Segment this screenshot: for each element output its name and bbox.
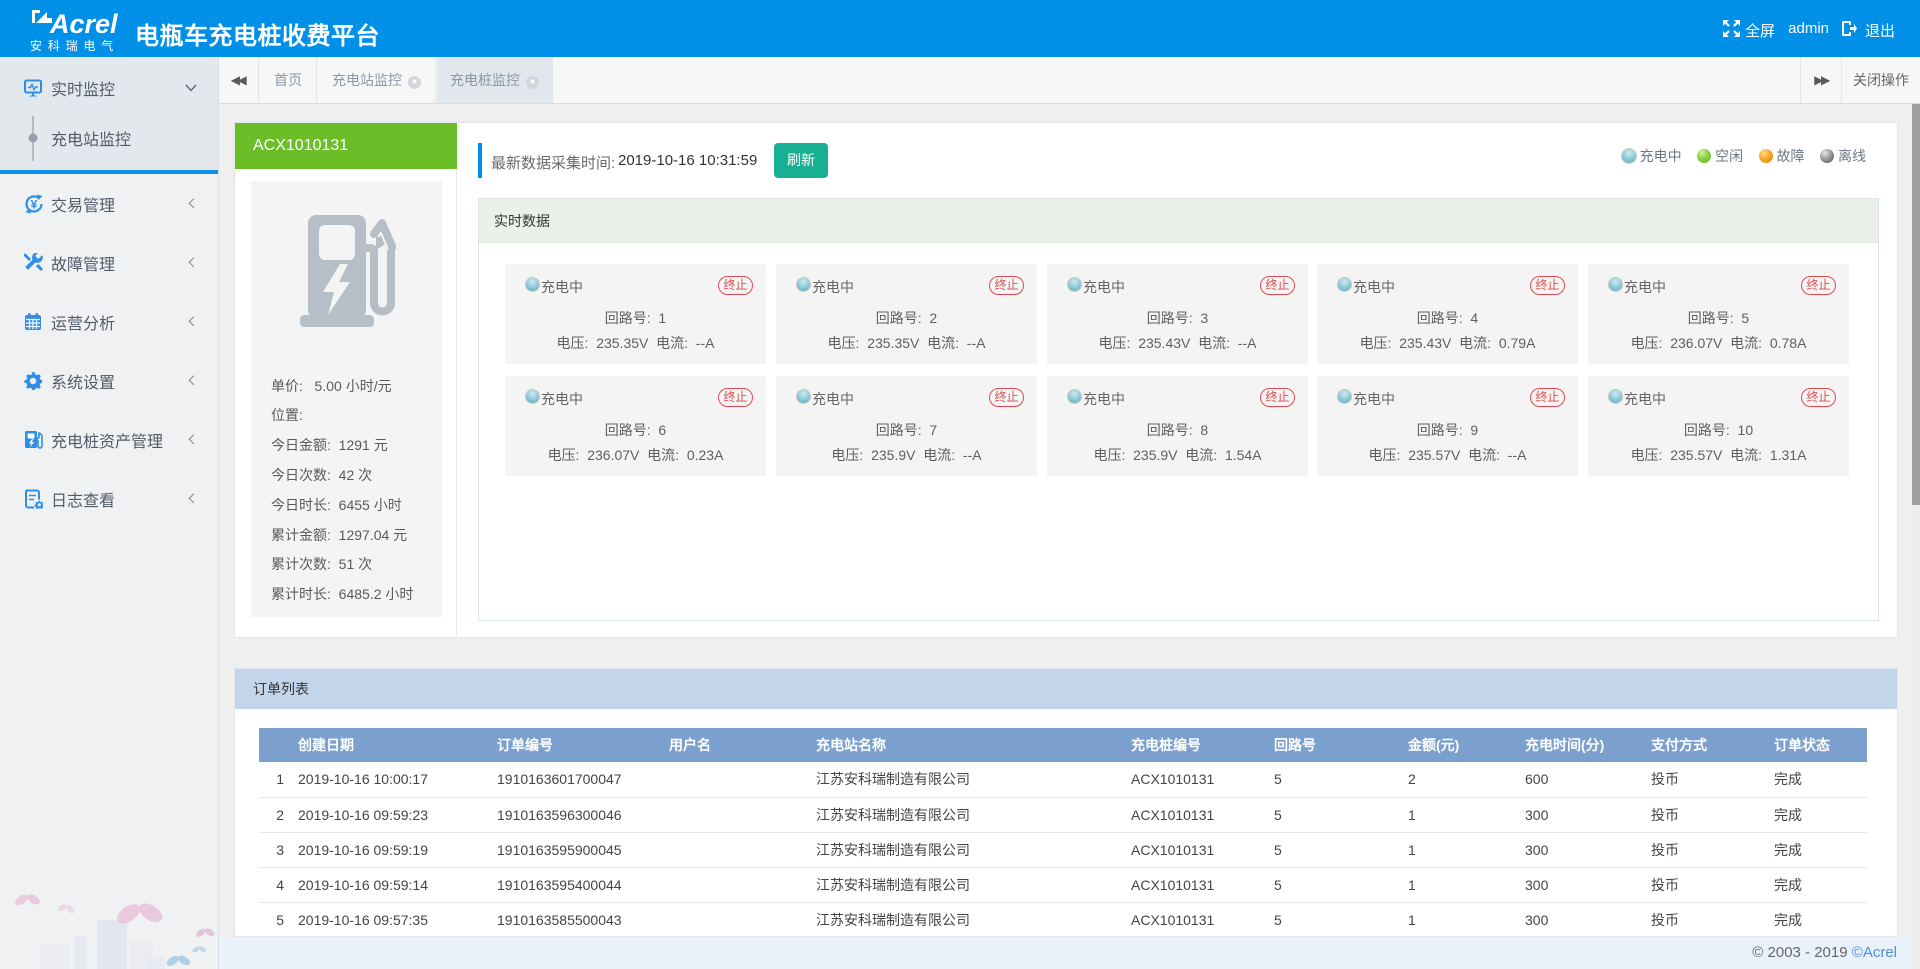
svg-text:¥: ¥ [31, 198, 38, 212]
svg-text:Acrel: Acrel [49, 9, 118, 39]
